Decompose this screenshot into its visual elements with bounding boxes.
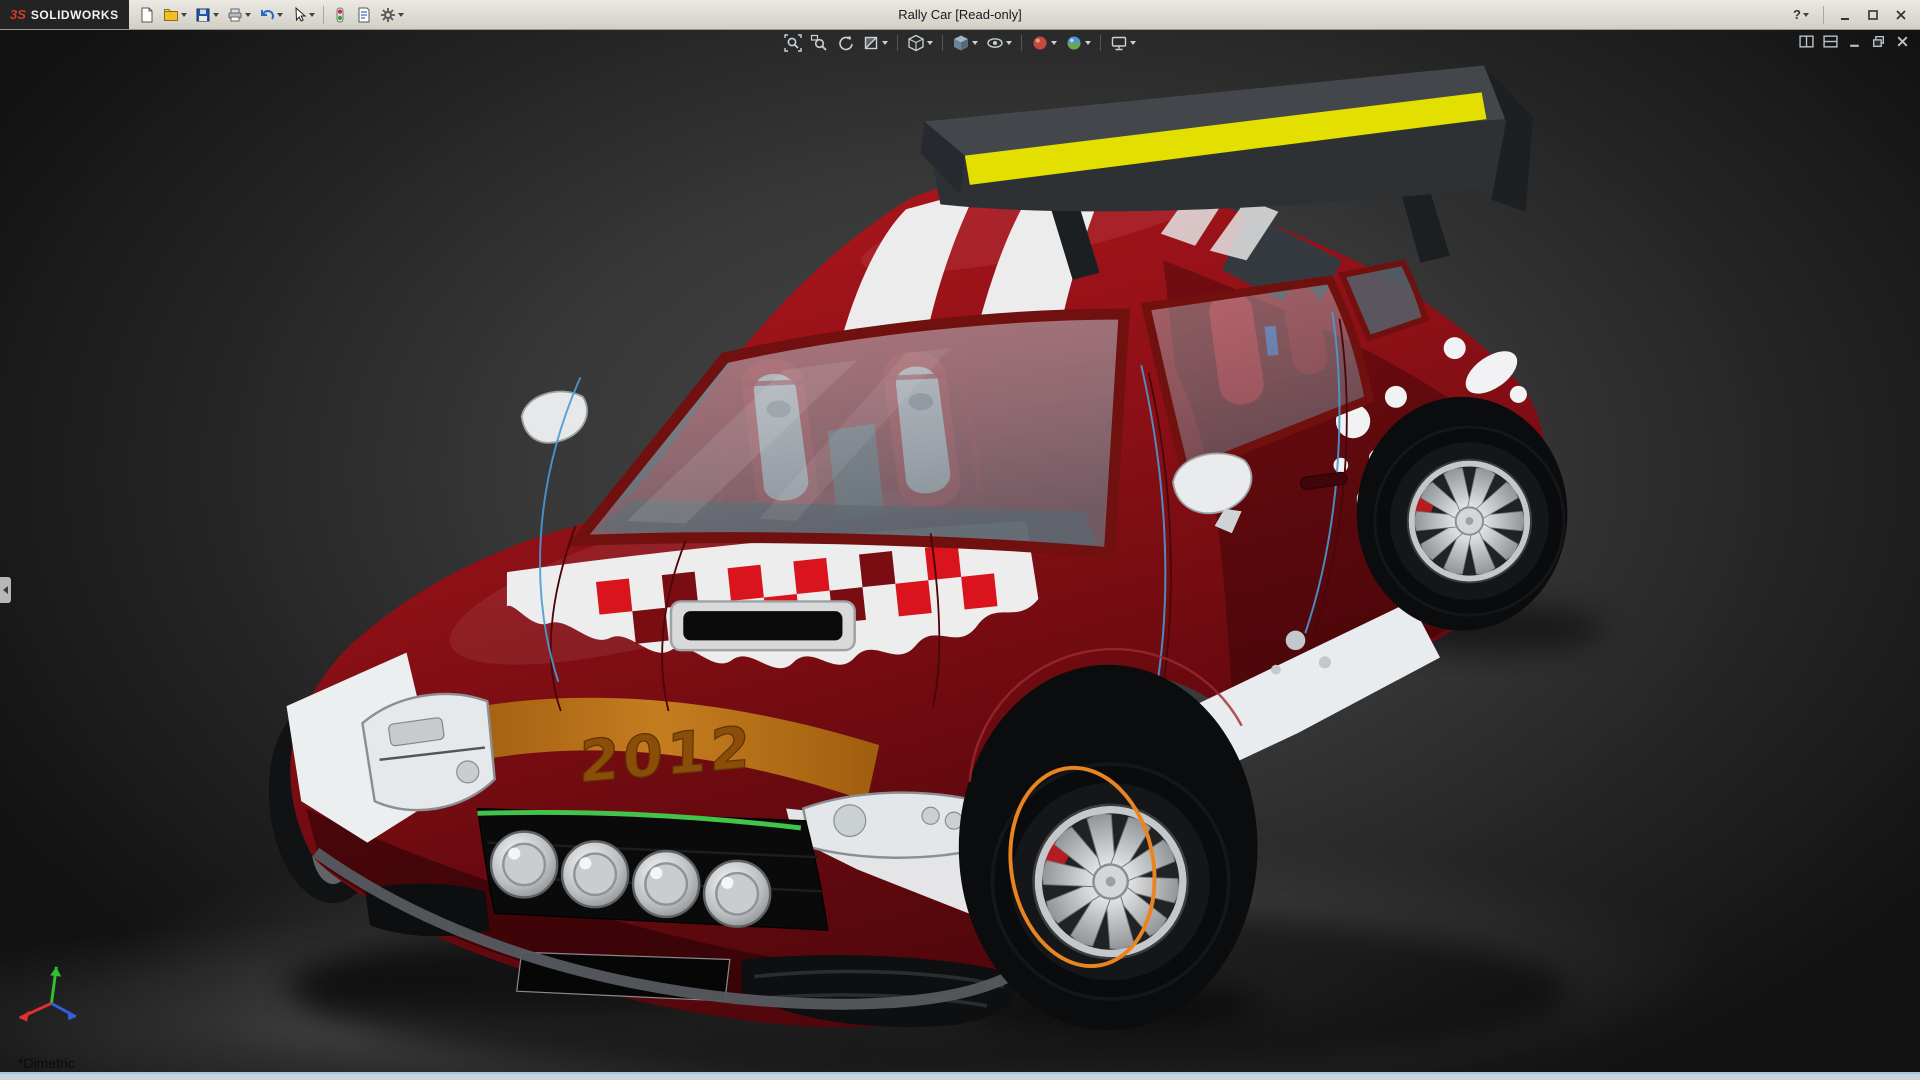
chevron-down-icon bbox=[882, 41, 888, 45]
zoom-to-fit-icon bbox=[784, 34, 802, 52]
chevron-down-icon bbox=[927, 41, 933, 45]
toolbar-separator bbox=[897, 35, 898, 51]
select-cursor-icon bbox=[291, 7, 307, 23]
undo-arrow-icon bbox=[259, 7, 275, 23]
heads-up-view-toolbar bbox=[782, 33, 1138, 53]
rear-wheel bbox=[1373, 426, 1565, 617]
split-pane-horizontal-icon[interactable] bbox=[1799, 34, 1814, 49]
solidworks-logo: 3S SOLIDWORKS bbox=[0, 0, 129, 29]
apply-scene-button[interactable] bbox=[1063, 33, 1093, 53]
rebuild-button[interactable] bbox=[328, 2, 352, 28]
chevron-down-icon bbox=[245, 13, 251, 17]
titlebar: 3S SOLIDWORKS bbox=[0, 0, 1920, 30]
minimize-icon bbox=[1838, 8, 1852, 22]
minimize-button[interactable] bbox=[1834, 2, 1856, 28]
eye-icon bbox=[986, 34, 1004, 52]
appearance-sphere-icon bbox=[1031, 34, 1049, 52]
doc-close-icon[interactable] bbox=[1895, 34, 1910, 49]
toolbar-separator bbox=[942, 35, 943, 51]
chevron-down-icon bbox=[1006, 41, 1012, 45]
section-view-icon bbox=[862, 34, 880, 52]
options-gear-icon bbox=[380, 7, 396, 23]
document-window-controls bbox=[1799, 34, 1910, 49]
hide-show-items-button[interactable] bbox=[984, 33, 1014, 53]
doc-restore-icon[interactable] bbox=[1871, 34, 1886, 49]
view-settings-monitor-icon bbox=[1110, 34, 1128, 52]
file-properties-button[interactable] bbox=[352, 2, 376, 28]
front-grille bbox=[478, 808, 828, 930]
toolbar-separator bbox=[1100, 35, 1101, 51]
maximize-button[interactable] bbox=[1862, 2, 1884, 28]
print-icon bbox=[227, 7, 243, 23]
chevron-down-icon bbox=[181, 13, 187, 17]
maximize-icon bbox=[1866, 8, 1880, 22]
close-button[interactable] bbox=[1890, 2, 1912, 28]
help-button[interactable]: ? bbox=[1789, 2, 1813, 28]
doc-minimize-icon[interactable] bbox=[1847, 34, 1862, 49]
options-button[interactable] bbox=[376, 2, 408, 28]
rebuild-stoplight-icon bbox=[332, 7, 348, 23]
chevron-down-icon bbox=[1130, 41, 1136, 45]
graphics-viewport[interactable]: 2012 bbox=[0, 29, 1920, 1074]
window-controls: ? bbox=[1789, 2, 1920, 28]
view-orientation-label: *Dimetric bbox=[18, 1055, 75, 1071]
viewport-3d-scene[interactable]: 2012 bbox=[0, 29, 1920, 1074]
zoom-to-area-icon bbox=[810, 34, 828, 52]
chevron-down-icon bbox=[398, 13, 404, 17]
open-button[interactable] bbox=[159, 2, 191, 28]
chevron-down-icon bbox=[277, 13, 283, 17]
new-button[interactable] bbox=[135, 2, 159, 28]
save-floppy-icon bbox=[195, 7, 211, 23]
save-button[interactable] bbox=[191, 2, 223, 28]
toolbar-separator bbox=[1823, 6, 1824, 24]
panel-collapse-tab[interactable] bbox=[0, 577, 11, 603]
new-document-icon bbox=[139, 7, 155, 23]
toolbar-separator bbox=[1021, 35, 1022, 51]
window-title: Rally Car [Read-only] bbox=[898, 7, 1022, 22]
split-pane-vertical-icon[interactable] bbox=[1823, 34, 1838, 49]
undo-button[interactable] bbox=[255, 2, 287, 28]
open-folder-icon bbox=[163, 7, 179, 23]
select-button[interactable] bbox=[287, 2, 319, 28]
section-view-button[interactable] bbox=[860, 33, 890, 53]
display-style-button[interactable] bbox=[950, 33, 980, 53]
brand-text: SOLIDWORKS bbox=[31, 8, 119, 22]
logo-3ds-mark: 3S bbox=[10, 7, 26, 22]
chevron-down-icon bbox=[213, 13, 219, 17]
view-orientation-button[interactable] bbox=[905, 33, 935, 53]
zoom-to-area-button[interactable] bbox=[808, 33, 830, 53]
previous-view-button[interactable] bbox=[834, 33, 856, 53]
zoom-to-fit-button[interactable] bbox=[782, 33, 804, 53]
view-settings-button[interactable] bbox=[1108, 33, 1138, 53]
help-icon: ? bbox=[1793, 7, 1801, 22]
previous-view-icon bbox=[836, 34, 854, 52]
chevron-down-icon bbox=[1051, 41, 1057, 45]
print-button[interactable] bbox=[223, 2, 255, 28]
chevron-down-icon bbox=[972, 41, 978, 45]
windshield bbox=[578, 314, 1124, 553]
edit-appearance-button[interactable] bbox=[1029, 33, 1059, 53]
file-properties-icon bbox=[356, 7, 372, 23]
scene-sphere-icon bbox=[1065, 34, 1083, 52]
solidworks-app: { "titlebar": { "brand_prefix": "3S", "b… bbox=[0, 0, 1920, 1080]
view-orientation-cube-icon bbox=[907, 34, 925, 52]
statusbar-edge bbox=[0, 1072, 1920, 1080]
close-icon bbox=[1894, 8, 1908, 22]
chevron-down-icon bbox=[1803, 13, 1809, 17]
chevron-left-icon bbox=[3, 586, 8, 594]
chevron-down-icon bbox=[309, 13, 315, 17]
display-style-cube-icon bbox=[952, 34, 970, 52]
chevron-down-icon bbox=[1085, 41, 1091, 45]
toolbar-separator bbox=[323, 6, 324, 24]
